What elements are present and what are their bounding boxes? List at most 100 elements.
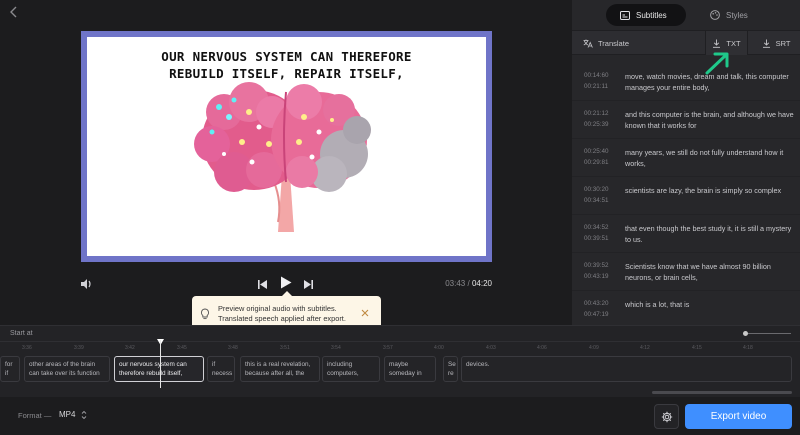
segment-text[interactable]: and this computer is the brain, and alth… [625,109,795,131]
timeline-clip[interactable]: for if [0,356,20,382]
tick-label: 4:09 [589,345,599,351]
subtitle-track: for if other areas of the brain can take… [0,356,800,383]
timeline-clip[interactable]: Se re [443,356,458,382]
tick-label: 4:00 [434,345,444,351]
palette-icon [710,10,720,20]
zoom-track [743,333,791,334]
skip-next-icon[interactable] [303,277,314,295]
current-time: 03:43 [445,279,466,288]
clip-line-2: because after all, the [245,370,305,377]
tick-label: 3:54 [331,345,341,351]
total-time: 04:20 [471,279,492,288]
timeline-clip[interactable]: devices. [461,356,792,382]
segment-times: 00:39:52 00:43:19 [584,261,609,282]
timeline-scrollbar[interactable] [0,391,800,395]
playhead[interactable] [160,340,161,388]
clip-line-1: other areas of the brain [29,361,96,368]
tab-styles[interactable]: Styles [696,4,762,26]
timeline-ruler[interactable]: 3:36 3:39 3:42 3:45 3:48 3:51 3:54 3:57 … [0,345,800,353]
close-icon[interactable] [361,309,369,320]
tab-styles-label: Styles [726,10,748,20]
chevron-up-down-icon [82,410,87,420]
translate-button[interactable]: Translate [583,31,629,55]
gear-icon [661,411,672,422]
segment-start: 00:34:52 [584,224,609,231]
segment-end: 00:21:11 [584,82,609,90]
clip-line-1: if [212,361,216,368]
segment-text[interactable]: that even though the best study it, it i… [625,223,795,245]
highlight-arrow-icon [705,52,729,75]
segment-text[interactable]: many years, we still do not fully unders… [625,147,795,169]
subtitle-segment-list[interactable]: 00:14:60 00:21:11 move, watch movies, dr… [572,56,800,325]
timeline-clip[interactable]: other areas of the brain can take over i… [24,356,110,382]
zoom-slider[interactable] [743,331,793,337]
subtitle-segment[interactable]: 00:39:52 00:43:19 Scientists know that w… [572,254,800,291]
segment-end: 00:34:51 [584,196,609,204]
app-window: OUR NERVOUS SYSTEM CAN THEREFORE REBUILD… [0,0,800,435]
export-footer: Format — MP4 Export video [0,397,800,435]
subtitle-segment[interactable]: 00:34:52 00:39:51 that even though the b… [572,216,800,253]
segment-text[interactable]: which is a lot, that is [625,299,795,310]
video-caption: OUR NERVOUS SYSTEM CAN THEREFORE REBUILD… [87,48,486,82]
volume-icon[interactable] [80,277,93,295]
subtitles-icon [620,10,630,20]
timeline-clip[interactable]: including computers, [322,356,380,382]
video-frame: OUR NERVOUS SYSTEM CAN THEREFORE REBUILD… [81,31,492,262]
subtitles-toolbar: Translate TXT SRT [572,30,800,55]
clip-line-2: necess [212,370,233,377]
video-canvas[interactable]: OUR NERVOUS SYSTEM CAN THEREFORE REBUILD… [87,37,486,256]
segment-text[interactable]: scientists are lazy, the brain is simply… [625,185,795,196]
segment-times: 00:14:60 00:21:11 [584,71,609,92]
segment-end: 00:39:51 [584,234,609,242]
settings-button[interactable] [654,404,679,429]
format-select[interactable]: MP4 [59,410,87,420]
clip-line-2: computers, [327,370,359,377]
tick-label: 3:48 [228,345,238,351]
segment-end: 00:25:39 [584,120,609,128]
segment-start: 00:30:20 [584,186,609,193]
tick-label: 4:15 [692,345,702,351]
tab-subtitles[interactable]: Subtitles [606,4,686,26]
tick-label: 4:12 [640,345,650,351]
segment-times: 00:43:20 00:47:19 [584,299,609,320]
clip-line-1: devices. [466,361,490,368]
tick-label: 3:42 [125,345,135,351]
tick-label: 3:36 [22,345,32,351]
timeline-panel: Start at 3:36 3:39 3:42 3:45 3:48 3:51 3… [0,325,800,397]
time-display: 03:43 / 04:20 [445,279,492,288]
clip-line-1: maybe [389,361,409,368]
timeline-clip[interactable]: maybe someday in [384,356,436,382]
scrollbar-thumb[interactable] [652,391,792,394]
clip-line-2: if [5,370,9,377]
back-arrow-icon[interactable] [8,6,22,20]
subtitle-segment[interactable]: 00:43:20 00:47:19 which is a lot, that i… [572,292,800,325]
segment-times: 00:30:20 00:34:51 [584,185,609,206]
zoom-handle[interactable] [743,331,748,336]
tick-label: 3:57 [383,345,393,351]
subtitle-segment[interactable]: 00:25:40 00:29:81 many years, we still d… [572,140,800,177]
subtitle-segment[interactable]: 00:30:20 00:34:51 scientists are lazy, t… [572,178,800,215]
tooltip-line-1: Preview original audio with subtitles. [218,304,337,313]
download-icon [713,39,721,48]
export-video-button[interactable]: Export video [685,404,792,429]
translate-icon [583,39,593,48]
tooltip-text: Preview original audio with subtitles. T… [218,304,358,324]
timeline-clip-active[interactable]: our nervous system can therefore rebuild… [114,356,204,382]
segment-text[interactable]: Scientists know that we have almost 90 b… [625,261,795,283]
txt-label: TXT [726,38,741,48]
subtitle-segment[interactable]: 00:14:60 00:21:11 move, watch movies, dr… [572,64,800,101]
clip-line-2: can take over its function [29,370,100,377]
segment-start: 00:25:40 [584,148,609,155]
tooltip-line-2: Translated speech applied after export. [218,314,346,323]
timeline-clip[interactable]: if necess [207,356,235,382]
segment-start: 00:21:12 [584,110,609,117]
clip-line-2: someday in [389,370,422,377]
subtitles-sidebar: Subtitles Styles Translate TXT SRT 00:14… [572,0,800,325]
timeline-clip[interactable]: this is a real revelation, because after… [240,356,320,382]
caption-line-2: REBUILD ITSELF, REPAIR ITSELF, [169,66,404,81]
skip-previous-icon[interactable] [257,277,268,295]
clip-line-2: therefore rebuild itself, [119,370,183,377]
download-srt-button[interactable]: SRT [752,31,800,55]
clip-line-1: including [327,361,353,368]
subtitle-segment[interactable]: 00:21:12 00:25:39 and this computer is t… [572,102,800,139]
